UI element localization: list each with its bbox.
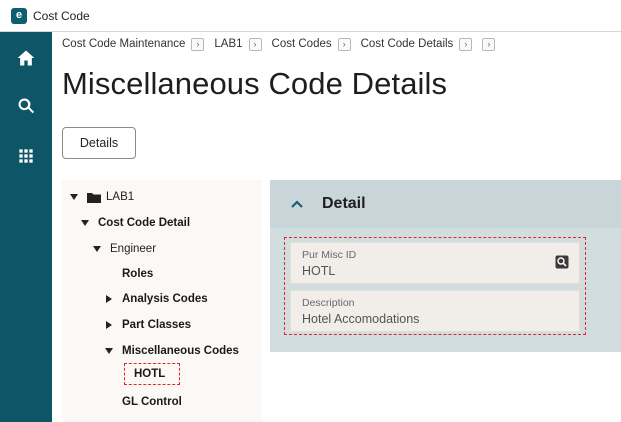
- title-bar: e Cost Code: [0, 0, 621, 32]
- detail-title: Detail: [322, 195, 366, 212]
- tree-panel: LAB1 Cost Code Detail Engineer Roles Ana…: [62, 180, 262, 422]
- apps-grid-icon: [19, 149, 33, 163]
- details-button[interactable]: Details: [62, 127, 136, 159]
- nav-rail: [0, 32, 52, 422]
- caret-right-icon[interactable]: [105, 321, 113, 329]
- window-title: Cost Code: [33, 8, 90, 23]
- field-label: Pur Misc ID: [302, 249, 357, 261]
- tree-node-hotl[interactable]: HOTL: [134, 365, 165, 383]
- tree-node-label: Engineer: [110, 243, 157, 255]
- pur-misc-id-field[interactable]: Pur Misc ID: [290, 242, 580, 284]
- caret-down-icon[interactable]: [81, 219, 89, 227]
- field-label: Description: [302, 297, 355, 309]
- tree-node-misc-codes[interactable]: Miscellaneous Codes: [105, 342, 239, 360]
- detail-panel: Detail Pur Misc ID Description: [270, 180, 621, 352]
- search-icon: [18, 98, 35, 114]
- pur-misc-id-input[interactable]: [302, 264, 542, 278]
- highlight-box: Pur Misc ID Description: [284, 237, 586, 335]
- breadcrumb-item[interactable]: Cost Code Maintenance: [62, 38, 185, 50]
- tree-node-gl-control[interactable]: GL Control: [122, 393, 182, 411]
- chevron-right-icon[interactable]: ›: [191, 37, 205, 51]
- breadcrumb: Cost Code Maintenance › LAB1 › Cost Code…: [62, 35, 505, 53]
- tree-node-cost-code-detail[interactable]: Cost Code Detail: [81, 214, 190, 232]
- tree-node-part-classes[interactable]: Part Classes: [105, 316, 191, 334]
- app-window: e Cost Code Cost Code Maintenance › LAB1…: [0, 0, 621, 422]
- search-button[interactable]: [0, 86, 52, 126]
- chevron-right-icon[interactable]: ›: [337, 37, 351, 51]
- home-icon: [17, 50, 35, 66]
- tree-node-label: Roles: [122, 268, 154, 280]
- tree-node-label: GL Control: [122, 396, 182, 408]
- tree-node-label: Part Classes: [122, 319, 192, 331]
- tree-node-label: Analysis Codes: [122, 293, 208, 305]
- tree-node-roles[interactable]: Roles: [122, 265, 153, 283]
- description-field[interactable]: Description: [290, 290, 580, 332]
- tree-node-engineer[interactable]: Engineer: [93, 240, 156, 258]
- breadcrumb-item[interactable]: Cost Code Details: [361, 38, 454, 50]
- folder-icon: [87, 192, 101, 203]
- caret-down-icon[interactable]: [105, 347, 113, 355]
- detail-header[interactable]: Detail: [270, 180, 621, 228]
- home-button[interactable]: [0, 38, 52, 78]
- tree-node-lab1[interactable]: LAB1: [70, 188, 134, 206]
- tree-node-analysis-codes[interactable]: Analysis Codes: [105, 290, 208, 308]
- tree-node-label: Miscellaneous Codes: [122, 345, 239, 357]
- lookup-search-icon[interactable]: [555, 255, 569, 269]
- app-logo-icon: e: [11, 7, 27, 24]
- tree-node-label: LAB1: [106, 191, 135, 203]
- breadcrumb-item[interactable]: Cost Codes: [272, 38, 332, 50]
- apps-button[interactable]: [0, 136, 52, 176]
- chevron-right-icon[interactable]: ›: [482, 37, 496, 51]
- chevron-right-icon[interactable]: ›: [248, 37, 262, 51]
- caret-right-icon[interactable]: [105, 295, 113, 303]
- page-title: Miscellaneous Code Details: [62, 66, 448, 101]
- chevron-up-icon[interactable]: [289, 196, 305, 212]
- breadcrumb-item[interactable]: LAB1: [214, 38, 242, 50]
- tree-node-label: Cost Code Detail: [98, 217, 191, 229]
- chevron-right-icon[interactable]: ›: [459, 37, 473, 51]
- description-input[interactable]: [302, 312, 542, 326]
- caret-down-icon[interactable]: [93, 245, 101, 253]
- caret-down-icon[interactable]: [70, 193, 78, 201]
- tree-node-label: HOTL: [134, 368, 166, 380]
